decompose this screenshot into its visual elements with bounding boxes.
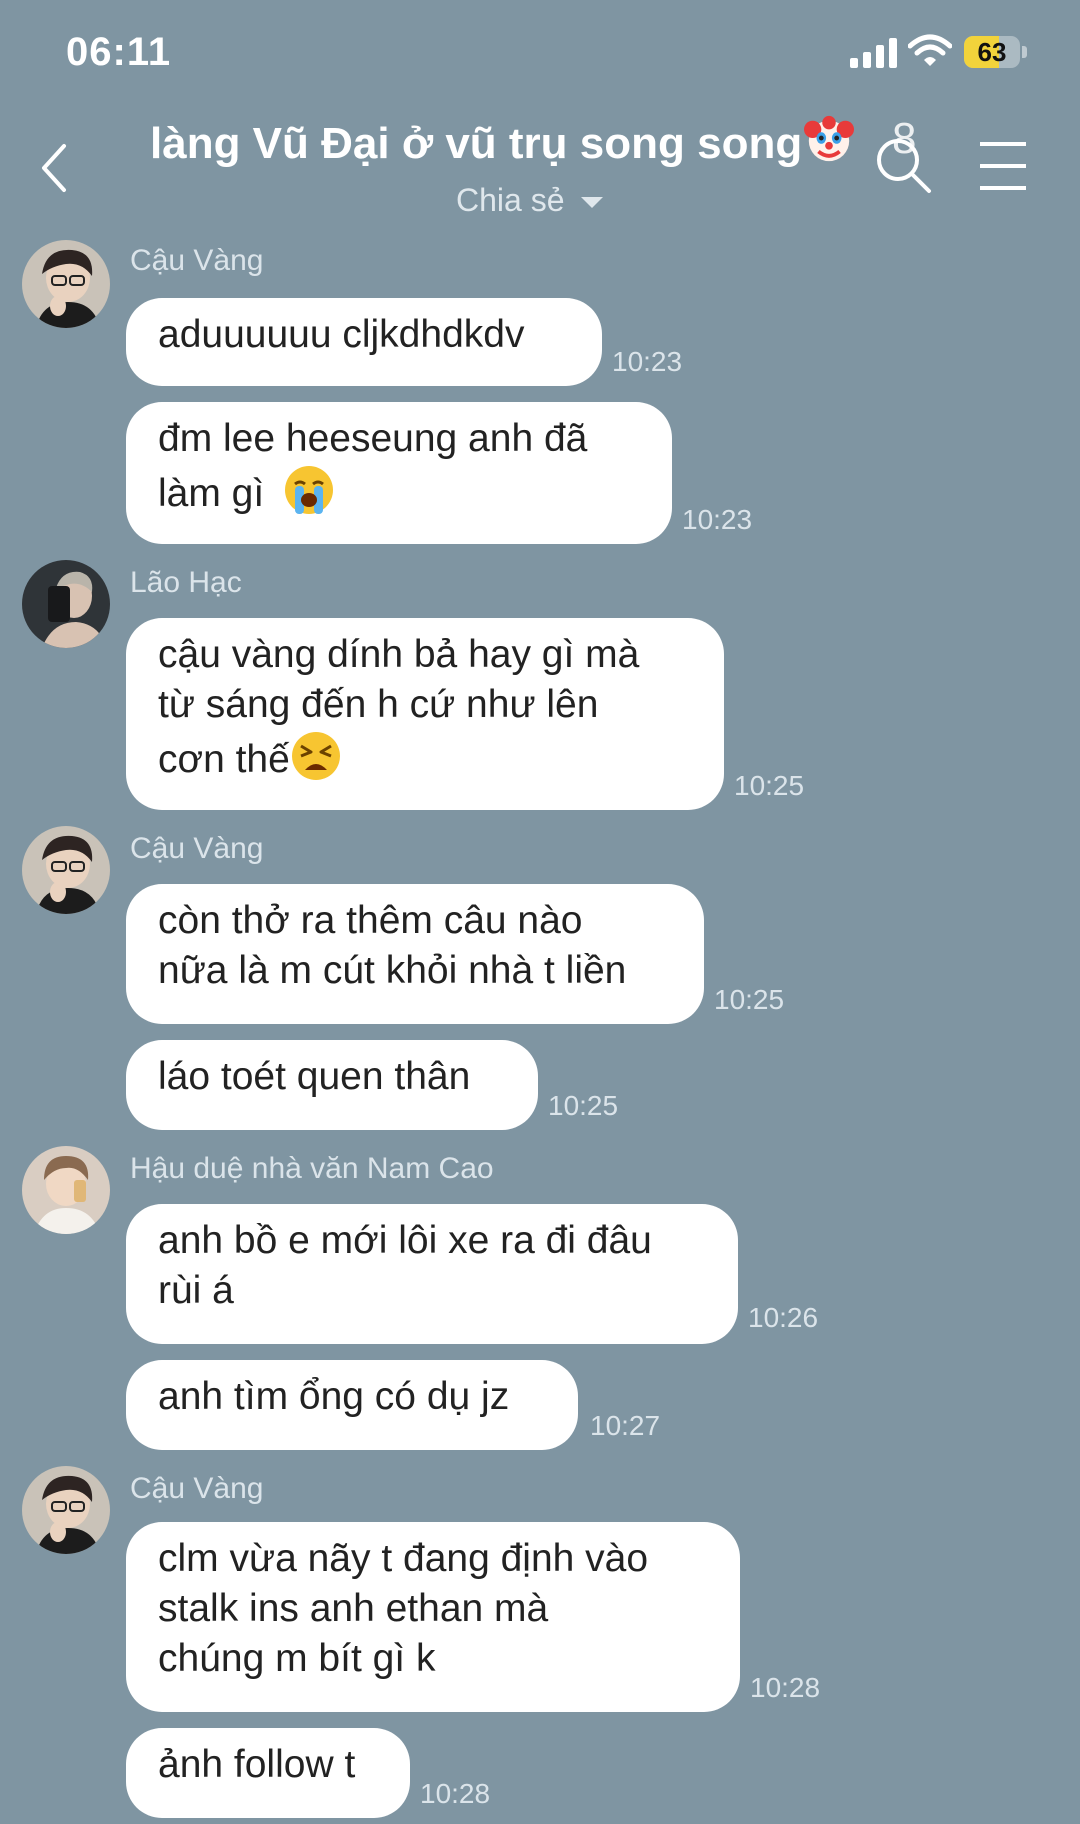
wifi-icon bbox=[908, 34, 952, 66]
message-time: 10:25 bbox=[714, 984, 785, 1015]
message-bubble[interactable]: aduuuuuu cljkdhdkdv bbox=[126, 298, 602, 386]
message-text: clm vừa nãy t đang định vào bbox=[158, 1537, 649, 1580]
message-text: cậu vàng dính bả hay gì mà bbox=[158, 633, 640, 676]
tired-face-icon bbox=[291, 732, 340, 780]
signal-icon bbox=[850, 38, 897, 68]
message-text: làm gì bbox=[158, 472, 265, 515]
sender-name: Cậu Vàng bbox=[130, 832, 264, 865]
battery-percent: 63 bbox=[977, 37, 1007, 67]
message-text: láo toét quen thân bbox=[158, 1055, 471, 1098]
message-time: 10:23 bbox=[682, 504, 753, 535]
sender-name: Cậu Vàng bbox=[130, 244, 264, 277]
message-text: rùi á bbox=[158, 1269, 234, 1312]
message-bubble[interactable]: còn thở ra thêm câu nào nữa là m cút khỏ… bbox=[126, 884, 704, 1024]
message-time: 10:26 bbox=[748, 1302, 819, 1333]
message-time: 10:28 bbox=[420, 1778, 491, 1809]
message-bubble[interactable]: ảnh follow t bbox=[126, 1728, 410, 1818]
message-time: 10:28 bbox=[750, 1672, 821, 1703]
crying-face-icon bbox=[285, 466, 334, 514]
message-time: 10:27 bbox=[590, 1410, 661, 1441]
message-bubble[interactable]: đm lee heeseung anh đã làm gì bbox=[126, 402, 672, 544]
menu-icon[interactable] bbox=[978, 140, 1028, 192]
avatar-hau-due[interactable] bbox=[22, 1146, 110, 1234]
share-label: Chia sẻ bbox=[456, 182, 565, 218]
message-text: còn thở ra thêm câu nào bbox=[158, 899, 583, 942]
sender-name: Hậu duệ nhà văn Nam Cao bbox=[130, 1152, 494, 1185]
chat-title[interactable]: làng Vũ Đại ở vũ trụ song song bbox=[150, 114, 855, 169]
sender-name: Cậu Vàng bbox=[130, 1472, 264, 1505]
message-bubble[interactable]: cậu vàng dính bả hay gì mà từ sáng đến h… bbox=[126, 618, 724, 810]
message-bubble[interactable]: clm vừa nãy t đang định vào stalk ins an… bbox=[126, 1522, 740, 1712]
message-text: stalk ins anh ethan mà bbox=[158, 1587, 549, 1630]
sender-name: Lão Hạc bbox=[130, 566, 242, 599]
message-text: chúng m bít gì k bbox=[158, 1637, 436, 1680]
avatar-cau-vang[interactable] bbox=[22, 240, 110, 328]
message-time: 10:23 bbox=[612, 346, 683, 377]
caret-down-icon bbox=[580, 197, 603, 209]
message-text: ảnh follow t bbox=[158, 1743, 356, 1786]
message-bubble[interactable]: láo toét quen thân bbox=[126, 1040, 538, 1130]
message-text: cơn thế bbox=[158, 738, 290, 781]
message-text: anh tìm ổng có dụ jz bbox=[158, 1375, 510, 1418]
status-bar: 06:11 63 bbox=[0, 0, 1080, 100]
message-time: 10:25 bbox=[734, 770, 805, 801]
message-bubble[interactable]: anh tìm ổng có dụ jz bbox=[126, 1360, 578, 1450]
chat-header: làng Vũ Đại ở vũ trụ song song 8 Chia sẻ bbox=[0, 100, 1080, 220]
share-dropdown[interactable]: Chia sẻ bbox=[456, 182, 603, 219]
back-arrow-icon[interactable] bbox=[30, 138, 80, 198]
message-text: nữa là m cút khỏi nhà t liền bbox=[158, 949, 627, 992]
message-text: aduuuuuu cljkdhdkdv bbox=[158, 313, 525, 356]
message-time: 10:25 bbox=[548, 1090, 619, 1121]
message-text: anh bồ e mới lôi xe ra đi đâu bbox=[158, 1219, 652, 1262]
clown-face-icon bbox=[804, 115, 855, 162]
message-text: đm lee heeseung anh đã bbox=[158, 417, 588, 460]
chat-title-text: làng Vũ Đại ở vũ trụ song song bbox=[150, 119, 803, 168]
message-bubble[interactable]: anh bồ e mới lôi xe ra đi đâu rùi á bbox=[126, 1204, 738, 1344]
status-time: 06:11 bbox=[66, 30, 172, 74]
avatar-cau-vang[interactable] bbox=[22, 826, 110, 914]
search-icon[interactable] bbox=[872, 134, 934, 196]
avatar-cau-vang[interactable] bbox=[22, 1466, 110, 1554]
battery-indicator: 63 bbox=[964, 36, 1028, 70]
avatar-lao-hac[interactable] bbox=[22, 560, 110, 648]
message-text: từ sáng đến h cứ như lên bbox=[158, 683, 599, 726]
